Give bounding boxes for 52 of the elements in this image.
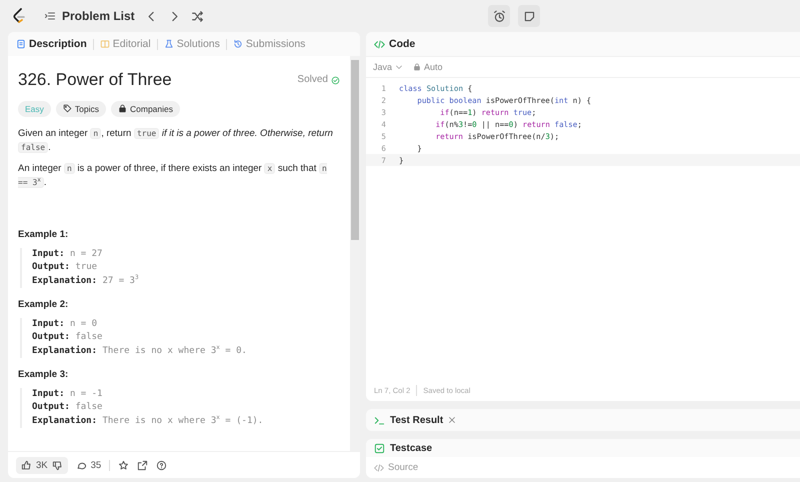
- code-icon: [374, 462, 384, 472]
- star-icon[interactable]: [118, 460, 130, 470]
- test-result-tab[interactable]: Test Result: [390, 414, 444, 426]
- logo-icon[interactable]: [12, 8, 26, 24]
- example-line: Explanation: There is no x where 3$^{x}$ = (-1).: [32, 414, 264, 428]
- solved-label: Solved: [297, 73, 328, 88]
- tag-chip[interactable]: Topics: [56, 100, 106, 117]
- example-title: Example 2:: [18, 298, 70, 312]
- problem-title: 326. Power of Three: [18, 69, 172, 91]
- code-panel-title: Code: [389, 38, 416, 50]
- comments-button[interactable]: 35: [76, 460, 102, 470]
- example-line: Input: n = -1: [32, 388, 104, 401]
- example-line: Output: false: [32, 330, 104, 344]
- example-line: Output: false: [32, 400, 104, 414]
- history-icon: [232, 39, 243, 49]
- thumbs-down-icon[interactable]: [52, 460, 63, 470]
- flask-icon: [164, 39, 174, 49]
- example-title: Example 1:: [18, 228, 70, 242]
- check-circle-icon: [331, 76, 340, 85]
- tag-chip[interactable]: Companies: [111, 100, 180, 117]
- example-title: Example 3:: [18, 368, 70, 382]
- lock-icon: [413, 63, 422, 71]
- list-icon[interactable]: [44, 10, 56, 22]
- terminal-icon: [374, 414, 385, 426]
- tag-icon: [62, 104, 72, 114]
- thumbs-up-icon: [21, 460, 32, 470]
- description-paragraph: Given an integer n , return true if it is a power of three. Otherwise, return false .: [18, 126, 334, 154]
- panel-tab[interactable]: Description: [16, 38, 87, 50]
- document-icon: [16, 39, 26, 49]
- code-icon: [374, 38, 385, 50]
- close-icon[interactable]: [448, 416, 456, 424]
- example-line: Output: true: [32, 260, 98, 274]
- example-line: Input: n = 0: [32, 318, 98, 331]
- shuffle-icon[interactable]: [190, 10, 204, 22]
- example-line: Explanation: There is no x where 3$^{x}$ = 0.: [32, 344, 248, 358]
- example-line: Input: n = 27: [32, 248, 104, 261]
- lock-icon: [118, 104, 127, 114]
- chevron-down-icon: [395, 63, 404, 71]
- problem-list-link[interactable]: Problem List: [62, 9, 135, 23]
- alarm-clock-icon: [492, 10, 506, 22]
- example-line: Explanation: 27 = 3$^{3}$: [32, 274, 140, 288]
- share-icon[interactable]: [137, 460, 148, 470]
- note-icon: [522, 10, 536, 22]
- testcase-tab[interactable]: Testcase: [390, 442, 432, 454]
- book-icon: [100, 39, 110, 49]
- alarm-clock-button[interactable]: [488, 5, 510, 27]
- description-paragraph: An integer n is a power of three, if there exists an integer x such that n == 3$^{x}$ .: [18, 162, 328, 190]
- checkbox-icon: [374, 442, 385, 454]
- help-icon[interactable]: [156, 460, 168, 470]
- difficulty-label: Easy: [18, 100, 51, 117]
- scrollbar-thumb[interactable]: [351, 60, 359, 240]
- note-button[interactable]: [518, 5, 540, 27]
